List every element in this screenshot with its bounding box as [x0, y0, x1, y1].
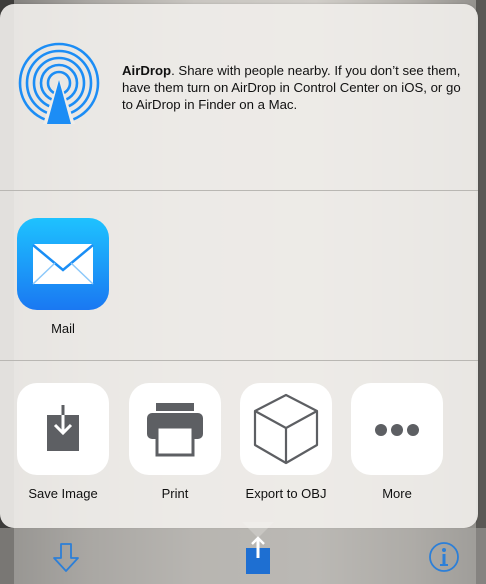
share-icon[interactable] [244, 536, 272, 576]
bottom-toolbar [0, 528, 486, 584]
action-export-obj[interactable]: Export to OBJ [240, 383, 332, 501]
printer-icon[interactable] [129, 383, 221, 475]
share-apps-section: Mail [0, 191, 478, 360]
info-icon[interactable] [428, 541, 460, 573]
action-save-image[interactable]: Save Image [17, 383, 109, 501]
share-app-label: Mail [51, 321, 75, 336]
mail-icon[interactable] [17, 218, 109, 310]
share-sheet: AirDrop. Share with people nearby. If yo… [0, 4, 478, 528]
share-app-mail[interactable]: Mail [17, 218, 109, 336]
action-label: Print [161, 486, 189, 501]
action-more[interactable]: More [351, 383, 443, 501]
action-print[interactable]: Print [129, 383, 221, 501]
cube-icon[interactable] [240, 383, 332, 475]
airdrop-icon[interactable] [18, 42, 100, 124]
more-dots-icon[interactable] [351, 383, 443, 475]
airdrop-description: AirDrop. Share with people nearby. If yo… [122, 62, 462, 113]
action-label: More [382, 486, 412, 501]
airdrop-description-text: . Share with people nearby. If you don’t… [122, 63, 461, 112]
download-arrow-icon[interactable] [51, 542, 81, 574]
airdrop-title: AirDrop [122, 63, 172, 78]
save-image-icon[interactable] [17, 383, 109, 475]
airdrop-section: AirDrop. Share with people nearby. If yo… [0, 4, 478, 190]
action-label: Export to OBJ [245, 486, 327, 501]
actions-section: Save Image Print Export to OBJ More [0, 361, 478, 528]
action-label: Save Image [28, 486, 98, 501]
